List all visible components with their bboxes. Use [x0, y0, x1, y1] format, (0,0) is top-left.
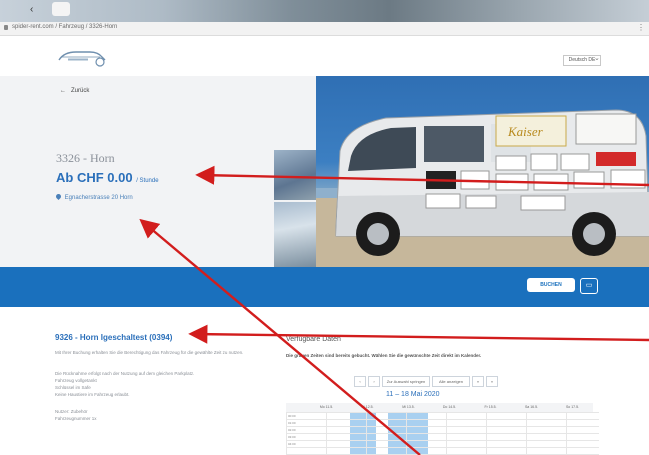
description-line: Die Rücknahme erfolgt nach der Nutzung a…: [55, 371, 195, 376]
next-week-button[interactable]: ›: [368, 376, 380, 387]
calendar-time-label: 03:00: [288, 435, 296, 439]
van-illustration: Kaiser: [316, 109, 649, 267]
map-pin-icon: [54, 192, 63, 201]
thumbnail-2[interactable]: [274, 202, 316, 267]
calendar-day-header: Fr 15.5.: [470, 403, 511, 412]
price-unit: / Stunde: [136, 178, 159, 184]
browser-tab-bar: ‹: [0, 0, 649, 22]
calendar-time-header: [286, 403, 306, 412]
annotation-arrow-title: [188, 324, 649, 344]
calendar-time-label: 04:00: [288, 442, 296, 446]
vehicle-title: 3326 - Horn: [56, 151, 115, 165]
back-label: Zurück: [71, 88, 90, 94]
availability-calendar: Mo 11.5. Di 12.5. Mi 13.5. Do 14.5. Fr 1…: [286, 403, 599, 455]
svg-text:Kaiser: Kaiser: [507, 124, 544, 139]
show-all-button[interactable]: Alle anzeigen: [432, 376, 470, 387]
description-paragraph: Mit Ihrer Buchung erhalten Sie die Berec…: [55, 350, 244, 355]
price: Ab CHF 0.00 / Stunde: [56, 170, 159, 185]
calendar-day-header: So 17.5.: [552, 403, 593, 412]
image-thumbnails: [274, 150, 316, 267]
vehicle-info-panel: ← Zurück 3326 - Horn Ab CHF 0.00 / Stund…: [0, 76, 316, 267]
site-header: Deutsch DE ⌄: [0, 36, 649, 76]
prev-week-button[interactable]: ‹: [354, 376, 366, 387]
calendar-date-range: 11 – 18 Mai 2020: [386, 391, 440, 398]
calendar-day-header: Mi 13.5.: [388, 403, 429, 412]
description-line: Schlüssel im Safe: [55, 385, 91, 390]
price-value: Ab CHF 0.00: [56, 170, 133, 185]
description-line: Fahrzeugnummer 1x: [55, 416, 97, 421]
first-button[interactable]: «: [472, 376, 484, 387]
lock-icon: [4, 25, 8, 30]
back-link[interactable]: ← Zurück: [60, 88, 89, 94]
last-button[interactable]: »: [486, 376, 498, 387]
calendar-day-header: Mo 11.5.: [306, 403, 347, 412]
thumbnail-1[interactable]: [274, 150, 316, 200]
calendar-time-label: 01:00: [288, 421, 296, 425]
calendar-time-label: 02:00: [288, 428, 296, 432]
description-paragraph: Die Rücknahme erfolgt nach der Nutzung a…: [55, 370, 270, 398]
description-line: Keine Haustiere im Fahrzeug erlaubt.: [55, 392, 130, 397]
back-icon[interactable]: ‹: [30, 4, 33, 15]
calendar-time-label: 00:00: [288, 414, 296, 418]
availability-title: Verfügbare Daten: [286, 336, 341, 343]
description-paragraph: Nutzer: Zubehör Fahrzeugnummer 1x: [55, 408, 270, 422]
book-button[interactable]: BUCHEN: [527, 278, 575, 292]
description-line: Fahrzeug vollgetankt: [55, 378, 97, 383]
browser-menu-icon[interactable]: ⋮: [637, 23, 645, 32]
calendar-day-header: Do 14.5.: [429, 403, 470, 412]
calendar-grid[interactable]: [286, 412, 599, 455]
browser-tab[interactable]: [52, 2, 70, 16]
description-line: Nutzer: Zubehör: [55, 409, 88, 414]
location-link[interactable]: Egnacherstrasse 20 Horn: [54, 192, 133, 201]
calendar-day-header: Di 12.5.: [347, 403, 388, 412]
calendar-day-header: Sa 16.5.: [511, 403, 552, 412]
address-bar[interactable]: spider-rent.com / Fahrzeug / 3326-Horn ⋮: [0, 22, 649, 36]
description-title: 9326 - Horn Igeschaltest (0394): [55, 333, 173, 342]
location-label: Egnacherstrasse 20 Horn: [64, 195, 133, 201]
availability-subtitle: Die grauen Zeiten sind bereits gebucht. …: [286, 353, 482, 358]
vehicle-photo: Kaiser: [316, 76, 649, 267]
chevron-down-icon[interactable]: ⌄: [594, 54, 600, 62]
jump-to-selection-button[interactable]: Zur Auswahl springen: [382, 376, 430, 387]
address-text[interactable]: spider-rent.com / Fahrzeug / 3326-Horn: [12, 24, 117, 30]
arrow-left-icon: ←: [60, 88, 66, 94]
car-logo-icon[interactable]: [56, 46, 108, 68]
calendar-icon[interactable]: ▭: [580, 278, 598, 294]
